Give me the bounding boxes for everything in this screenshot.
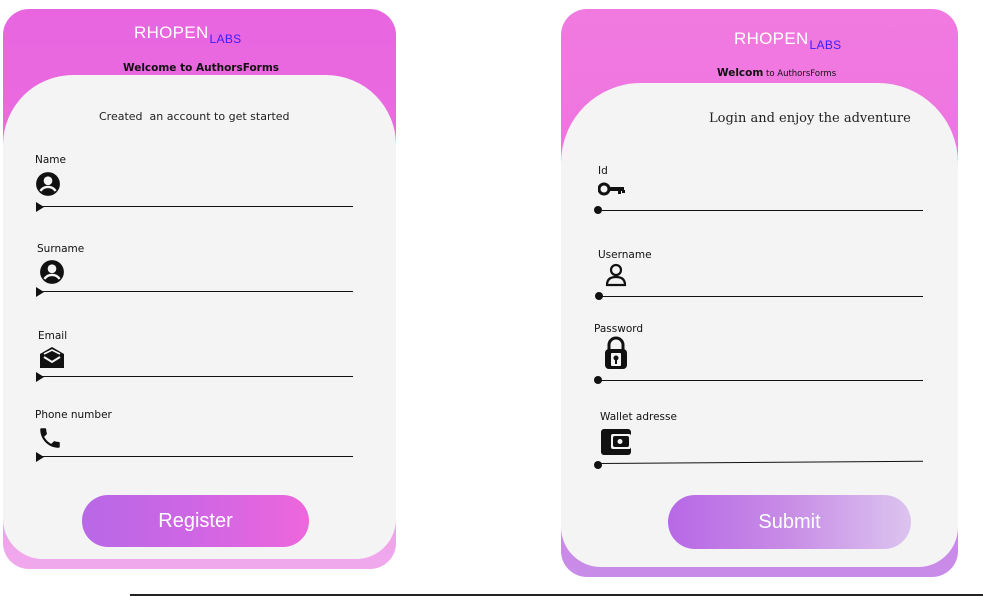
surname-label: Surname	[37, 243, 85, 255]
login-card: RHOPENLABS Welcom to AuthorsForms Login …	[561, 9, 958, 577]
mail-open-icon	[40, 347, 64, 368]
login-subtitle: Login and enjoy the adventure	[709, 111, 911, 126]
phone-input-marker	[36, 452, 44, 462]
lock-icon	[605, 336, 627, 369]
register-card: RHOPENLABS Welcome to AuthorsForms Creat…	[3, 9, 396, 569]
wallet-icon	[601, 429, 631, 455]
surname-input-marker	[36, 287, 44, 297]
user-outline-icon	[605, 263, 627, 287]
account-circle-icon	[40, 260, 64, 284]
name-input[interactable]	[40, 206, 353, 207]
email-input[interactable]	[40, 376, 353, 377]
account-circle-icon	[36, 172, 60, 196]
name-input-marker	[36, 202, 44, 212]
register-button[interactable]: Register	[82, 495, 309, 547]
password-label: Password	[594, 323, 644, 335]
email-label: Email	[38, 330, 68, 342]
phone-icon	[40, 428, 60, 448]
welcome-text: Welcome to AuthorsForms	[123, 62, 280, 74]
id-input[interactable]	[598, 210, 923, 211]
phone-input[interactable]	[40, 456, 353, 457]
wallet-label: Wallet adresse	[600, 411, 677, 423]
brand-logo: RHOPENLABS	[134, 23, 242, 46]
id-label: Id	[598, 165, 608, 177]
register-panel: Created an account to get started Name S…	[3, 75, 396, 559]
welcome-text: Welcom to AuthorsForms	[717, 67, 837, 79]
phone-label: Phone number	[35, 409, 112, 421]
submit-button[interactable]: Submit	[668, 495, 911, 549]
username-input[interactable]	[599, 296, 923, 297]
brand-logo: RHOPENLABS	[734, 29, 842, 52]
name-label: Name	[35, 154, 66, 166]
username-label: Username	[598, 249, 652, 261]
surname-input[interactable]	[40, 291, 353, 292]
email-input-marker	[36, 372, 44, 382]
register-subtitle: Created an account to get started	[99, 110, 290, 123]
key-icon	[598, 182, 625, 196]
password-input[interactable]	[598, 380, 923, 381]
wallet-input[interactable]	[598, 460, 923, 464]
